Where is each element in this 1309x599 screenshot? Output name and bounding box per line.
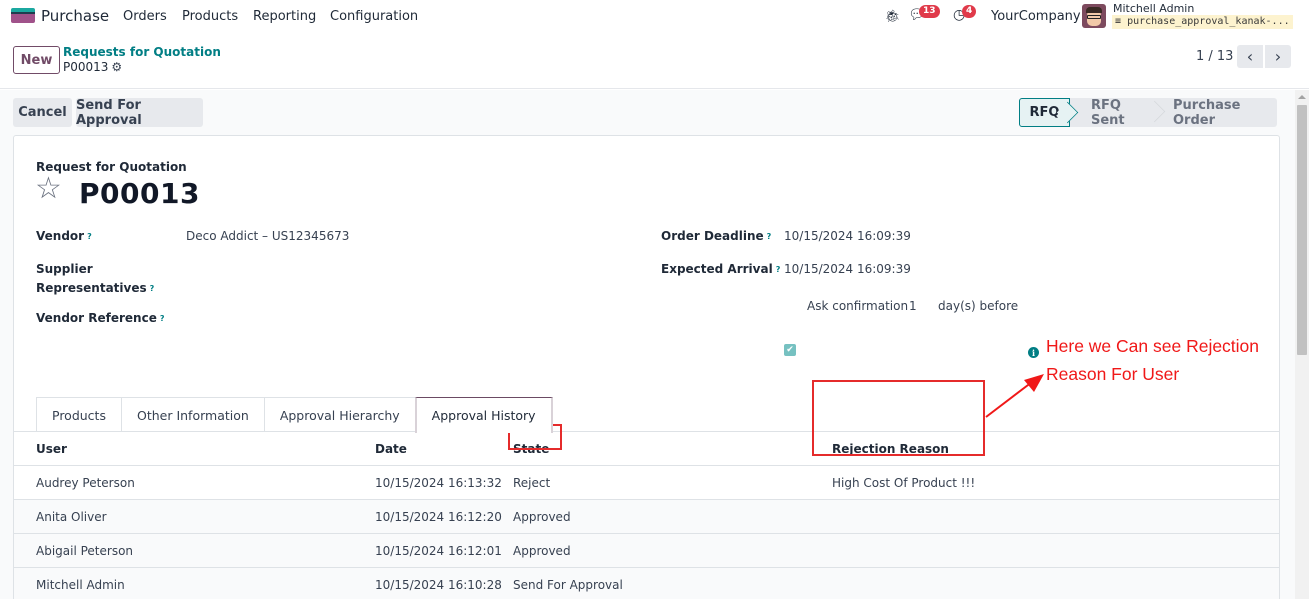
database-badge: ≡ purchase_approval_kanak-... xyxy=(1112,15,1293,29)
cell-state: Approved xyxy=(513,510,571,524)
database-icon: ≡ xyxy=(1115,16,1122,27)
cell-date: 10/15/2024 16:12:01 xyxy=(375,544,502,558)
stage-rfq-label: RFQ xyxy=(1029,105,1060,120)
database-name: purchase_approval_kanak-... xyxy=(1127,16,1290,27)
pager-next-button[interactable]: › xyxy=(1265,45,1291,68)
stage-rfq[interactable]: RFQ xyxy=(1019,98,1070,127)
annotation-arrow-icon xyxy=(985,374,1044,418)
expected-arrival-label: Expected Arrival? xyxy=(661,262,781,276)
cell-state: Reject xyxy=(513,476,551,490)
column-header-user[interactable]: User xyxy=(36,432,67,466)
pager-previous-button[interactable]: ‹ xyxy=(1237,45,1263,68)
table-row[interactable]: Abigail Peterson 10/15/2024 16:12:01 App… xyxy=(14,534,1279,568)
record-name: P00013 xyxy=(63,60,109,74)
stage-rfq-sent[interactable]: RFQ Sent xyxy=(1070,97,1157,128)
ask-confirmation-checkbox[interactable]: ✔ xyxy=(784,344,796,356)
messages-count-badge: 13 xyxy=(919,5,940,18)
cell-user: Anita Oliver xyxy=(36,510,107,524)
control-panel: New Requests for Quotation P00013 ⚙ 1 / … xyxy=(0,33,1309,89)
approval-history-table: User Date State Rejection Reason Audrey … xyxy=(14,432,1279,599)
annotation-callout: Here we Can see Rejection Reason For Use… xyxy=(1046,332,1296,388)
cell-user: Abigail Peterson xyxy=(36,544,134,558)
tab-other-information[interactable]: Other Information xyxy=(120,397,265,432)
user-avatar[interactable] xyxy=(1082,4,1106,28)
tab-approval-hierarchy[interactable]: Approval Hierarchy xyxy=(263,397,416,432)
menu-reporting[interactable]: Reporting xyxy=(253,9,316,24)
cell-state: Send For Approval xyxy=(513,578,623,592)
stage-purchase-order-label: Purchase Order xyxy=(1173,97,1241,128)
cell-user: Audrey Peterson xyxy=(36,476,135,490)
activities-count-badge: 4 xyxy=(962,5,977,18)
ask-confirmation-label: Ask confirmation xyxy=(807,299,909,313)
stage-rfq-sent-label: RFQ Sent xyxy=(1091,97,1125,128)
bug-icon[interactable]: 🐞︎ xyxy=(885,9,900,23)
stage-purchase-order[interactable]: Purchase Order xyxy=(1157,97,1277,128)
column-header-date[interactable]: Date xyxy=(375,432,407,466)
gear-icon[interactable]: ⚙ xyxy=(111,60,122,74)
chevron-left-icon: ‹ xyxy=(1246,47,1254,66)
form-title: P00013 xyxy=(79,177,200,210)
tab-approval-history[interactable]: Approval History xyxy=(414,397,553,433)
cell-date: 10/15/2024 16:12:20 xyxy=(375,510,502,524)
company-switcher[interactable]: YourCompany xyxy=(991,9,1081,24)
order-deadline-label: Order Deadline? xyxy=(661,229,772,243)
scrollbar-thumb[interactable] xyxy=(1297,105,1307,355)
tab-products[interactable]: Products xyxy=(36,397,122,432)
cell-date: 10/15/2024 16:13:32 xyxy=(375,476,502,490)
cancel-button[interactable]: Cancel xyxy=(13,98,72,127)
ask-confirmation-days-field[interactable]: 1 xyxy=(909,297,917,316)
star-icon[interactable]: ☆ xyxy=(35,174,62,204)
table-row[interactable]: Anita Oliver 10/15/2024 16:12:20 Approve… xyxy=(14,500,1279,534)
cell-state: Approved xyxy=(513,544,571,558)
annotation-line-1: Here we Can see Rejection xyxy=(1046,336,1260,356)
vendor-reference-label: Vendor Reference? xyxy=(36,311,165,325)
send-for-approval-button[interactable]: Send For Approval xyxy=(76,98,203,128)
help-icon[interactable]: ? xyxy=(160,314,165,323)
order-deadline-field[interactable]: 10/15/2024 16:09:39 xyxy=(784,227,911,246)
help-icon[interactable]: ? xyxy=(776,265,781,274)
ask-confirmation-suffix: day(s) before xyxy=(938,299,1019,313)
notebook-tabs: Products Other Information Approval Hier… xyxy=(36,397,553,433)
expected-arrival-field[interactable]: 10/15/2024 16:09:39 xyxy=(784,260,911,279)
column-header-rejection-reason[interactable]: Rejection Reason xyxy=(832,432,949,466)
purchase-app-icon[interactable] xyxy=(11,8,35,23)
breadcrumb-current: P00013 ⚙ xyxy=(63,60,122,74)
breadcrumb-rfq-list[interactable]: Requests for Quotation xyxy=(63,45,221,59)
supplier-representatives-field[interactable] xyxy=(186,279,606,298)
scroll-up-arrow-icon[interactable] xyxy=(1298,95,1306,99)
menu-products[interactable]: Products xyxy=(182,9,238,24)
table-row[interactable]: Audrey Peterson 10/15/2024 16:13:32 Reje… xyxy=(14,466,1279,500)
help-icon[interactable]: ? xyxy=(87,232,92,241)
chevron-right-icon: › xyxy=(1274,47,1282,66)
table-header: User Date State Rejection Reason xyxy=(14,432,1279,466)
column-header-state[interactable]: State xyxy=(513,432,549,466)
menu-orders[interactable]: Orders xyxy=(123,9,167,24)
cell-date: 10/15/2024 16:10:28 xyxy=(375,578,502,592)
info-icon[interactable]: i xyxy=(1028,347,1039,358)
check-icon: ✔ xyxy=(786,345,794,355)
user-name[interactable]: Mitchell Admin xyxy=(1113,2,1194,15)
new-button[interactable]: New xyxy=(13,46,60,74)
vendor-label: Vendor? xyxy=(36,229,92,243)
table-row[interactable]: Mitchell Admin 10/15/2024 16:10:28 Send … xyxy=(14,568,1279,599)
pager-value[interactable]: 1 / 13 xyxy=(1196,49,1233,64)
help-icon[interactable]: ? xyxy=(767,232,772,241)
menu-configuration[interactable]: Configuration xyxy=(330,9,418,24)
vertical-scrollbar[interactable] xyxy=(1295,90,1309,599)
vendor-field[interactable]: Deco Addict – US12345673 xyxy=(186,227,349,246)
top-navbar: Purchase Orders Products Reporting Confi… xyxy=(0,0,1309,33)
cell-user: Mitchell Admin xyxy=(36,578,125,592)
status-bar: RFQ RFQ Sent Purchase Order xyxy=(1019,97,1277,128)
cell-rejection-reason: High Cost Of Product !!! xyxy=(832,476,976,490)
supplier-representatives-label: Supplier Representatives? xyxy=(36,262,155,295)
help-icon[interactable]: ? xyxy=(150,284,155,293)
app-name[interactable]: Purchase xyxy=(41,7,109,25)
vendor-reference-field[interactable] xyxy=(186,309,606,328)
annotation-line-2: Reason For User xyxy=(1046,364,1180,384)
